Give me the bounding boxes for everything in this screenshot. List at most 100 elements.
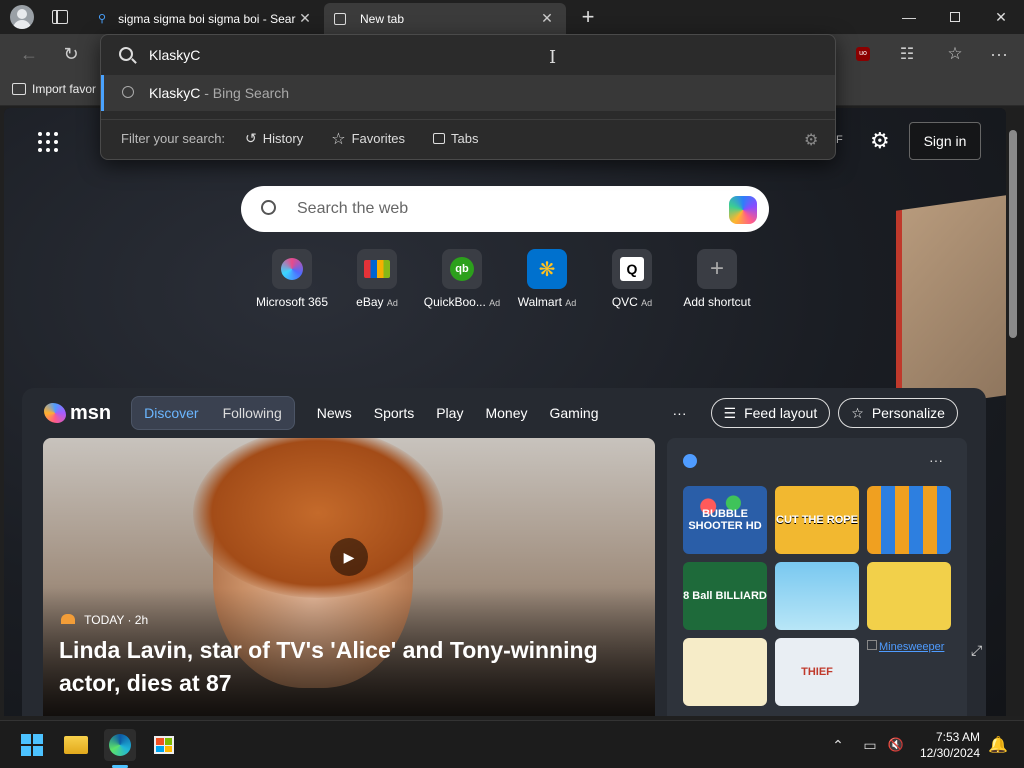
personalize-button[interactable]: ☆ Personalize <box>838 398 958 428</box>
page-settings-icon[interactable]: ⚙ <box>870 128 890 154</box>
game-tile-bubble-shooter[interactable]: BUBBLE SHOOTER HD <box>683 486 767 554</box>
msn-nav-bar: msn Discover Following News Sports Play … <box>22 391 986 435</box>
filter-tabs-label: Tabs <box>451 131 479 146</box>
tab-actions-icon[interactable] <box>52 10 68 24</box>
more-nav-icon[interactable]: ··· <box>673 405 687 421</box>
nav-gaming[interactable]: Gaming <box>549 405 598 421</box>
favorites-icon[interactable]: ☆ <box>940 40 970 68</box>
shortcut-ebay[interactable]: eBay Ad <box>332 249 422 309</box>
game-title: 8 Ball BILLIARD <box>683 590 767 602</box>
copilot-icon[interactable] <box>729 196 757 224</box>
filter-favorites[interactable]: ☆ Favorites <box>331 129 405 149</box>
tabs-icon <box>433 133 446 144</box>
title-bar: ⚲ sigma sigma boi sigma boi - Sear ✕ New… <box>0 0 1024 34</box>
hero-source-text: TODAY · 2h <box>84 613 149 627</box>
hero-news-card[interactable]: ▶ TODAY · 2h Linda Lavin, star of TV's '… <box>43 438 655 716</box>
partial-label: F <box>836 134 843 146</box>
ublock-extension-icon[interactable]: uo <box>848 40 878 68</box>
search-icon <box>261 200 276 215</box>
new-tab-button[interactable]: + <box>576 4 600 30</box>
msn-logo[interactable]: msn <box>44 402 111 425</box>
discover-following-toggle: Discover Following <box>131 396 295 430</box>
windows-start-icon[interactable] <box>16 729 48 761</box>
shortcut-walmart[interactable]: ❋ Walmart Ad <box>502 249 592 309</box>
address-bar-dropdown: KlaskyC I KlaskyC - Bing Search Filter y… <box>100 34 836 160</box>
ad-badge: Ad <box>489 298 501 308</box>
sign-in-label: Sign in <box>923 133 967 149</box>
history-icon: ↺ <box>245 130 257 146</box>
ad-badge: Ad <box>565 298 577 308</box>
tab-search-result[interactable]: ⚲ sigma sigma boi sigma boi - Sear ✕ <box>88 3 324 34</box>
hero-headline[interactable]: Linda Lavin, star of TV's 'Alice' and To… <box>59 634 619 700</box>
play-icon[interactable]: ▶ <box>330 538 368 576</box>
game-tile-cat[interactable] <box>683 638 767 706</box>
game-tile-pipes[interactable] <box>867 562 951 630</box>
extensions-icon[interactable]: ☷ <box>892 40 922 68</box>
tab-title: New tab <box>360 11 405 26</box>
nav-money[interactable]: Money <box>485 405 527 421</box>
suggestion-item[interactable]: KlaskyC - Bing Search <box>101 75 835 111</box>
games-more-icon[interactable]: ··· <box>929 452 943 468</box>
edge-browser-icon[interactable] <box>104 729 136 761</box>
microsoft-store-icon[interactable] <box>148 729 180 761</box>
personalize-label: Personalize <box>871 405 945 421</box>
close-tab-icon[interactable]: ✕ <box>296 10 314 27</box>
minimize-button[interactable]: — <box>886 0 932 34</box>
address-input[interactable]: KlaskyC <box>101 35 835 75</box>
settings-more-icon[interactable]: ··· <box>984 40 1014 68</box>
tab-new-tab[interactable]: New tab ✕ <box>324 3 566 34</box>
ebay-icon <box>357 249 397 289</box>
close-tab-icon[interactable]: ✕ <box>538 10 556 27</box>
gear-icon[interactable]: ⚙ <box>804 130 818 150</box>
game-title: THIEF <box>801 666 833 678</box>
back-button[interactable]: ← <box>14 40 44 68</box>
tab-title: sigma sigma boi sigma boi - Sear <box>118 11 296 26</box>
filter-history[interactable]: ↺ History <box>245 130 303 147</box>
msn-logo-text: msn <box>70 401 112 424</box>
quickbooks-icon: qb <box>442 249 482 289</box>
sign-in-button[interactable]: Sign in <box>909 122 981 160</box>
shortcut-qvc[interactable]: Q QVC Ad <box>587 249 677 309</box>
app-launcher-icon[interactable] <box>38 132 58 152</box>
game-tile-thief[interactable]: THIEF <box>775 638 859 706</box>
add-shortcut-button[interactable]: + Add shortcut <box>672 249 762 309</box>
feed-layout-button[interactable]: ☰ Feed layout <box>710 398 831 428</box>
game-tile-block-puzzle[interactable] <box>867 486 951 554</box>
tab-following[interactable]: Following <box>211 405 294 421</box>
nav-sports[interactable]: Sports <box>374 405 414 421</box>
game-title: BUBBLE SHOOTER HD <box>688 508 762 532</box>
broken-image-link[interactable]: Minesweeper <box>867 640 944 653</box>
shortcut-microsoft-365[interactable]: Microsoft 365 <box>247 249 337 309</box>
import-favorites-link[interactable]: Import favor <box>12 82 96 96</box>
shortcut-quickbooks[interactable]: qb QuickBoo... Ad <box>417 249 507 309</box>
chevron-up-icon[interactable]: ⌃ <box>822 729 854 761</box>
filter-tabs[interactable]: Tabs <box>433 131 479 146</box>
source-logo-icon <box>61 614 75 624</box>
game-tile-cut-the-rope[interactable]: CUT THE ROPE <box>775 486 859 554</box>
shortcut-label: eBay <box>356 295 384 309</box>
refresh-button[interactable]: ↻ <box>56 40 86 68</box>
profile-avatar[interactable] <box>10 5 34 29</box>
game-title: CUT THE ROPE <box>776 514 858 526</box>
broken-image-text: Minesweeper <box>879 641 945 653</box>
suggestion-query: KlaskyC <box>149 85 201 101</box>
file-explorer-icon[interactable] <box>60 729 92 761</box>
plus-icon: + <box>697 249 737 289</box>
gift-decoration <box>896 195 1006 411</box>
tab-discover[interactable]: Discover <box>132 405 210 421</box>
filter-label: Filter your search: <box>121 131 226 146</box>
scrollbar-thumb[interactable] <box>1009 130 1017 338</box>
game-tile-billiard[interactable]: 8 Ball BILLIARD <box>683 562 767 630</box>
clock[interactable]: 7:53 AM 12/30/2024 <box>912 729 980 761</box>
notification-bell-icon[interactable]: 🔔 <box>982 729 1014 761</box>
close-window-button[interactable]: ✕ <box>978 0 1024 34</box>
restore-button[interactable] <box>932 0 978 34</box>
expand-icon[interactable]: ⤢ <box>971 642 982 659</box>
web-search-box[interactable]: Search the web <box>241 186 769 232</box>
nav-news[interactable]: News <box>317 405 352 421</box>
game-tile-moto-x3m[interactable] <box>775 562 859 630</box>
bing-search-icon: ⚲ <box>98 13 107 25</box>
volume-muted-icon[interactable]: 🔇 <box>880 729 912 761</box>
nav-play[interactable]: Play <box>436 405 463 421</box>
qvc-icon: Q <box>612 249 652 289</box>
